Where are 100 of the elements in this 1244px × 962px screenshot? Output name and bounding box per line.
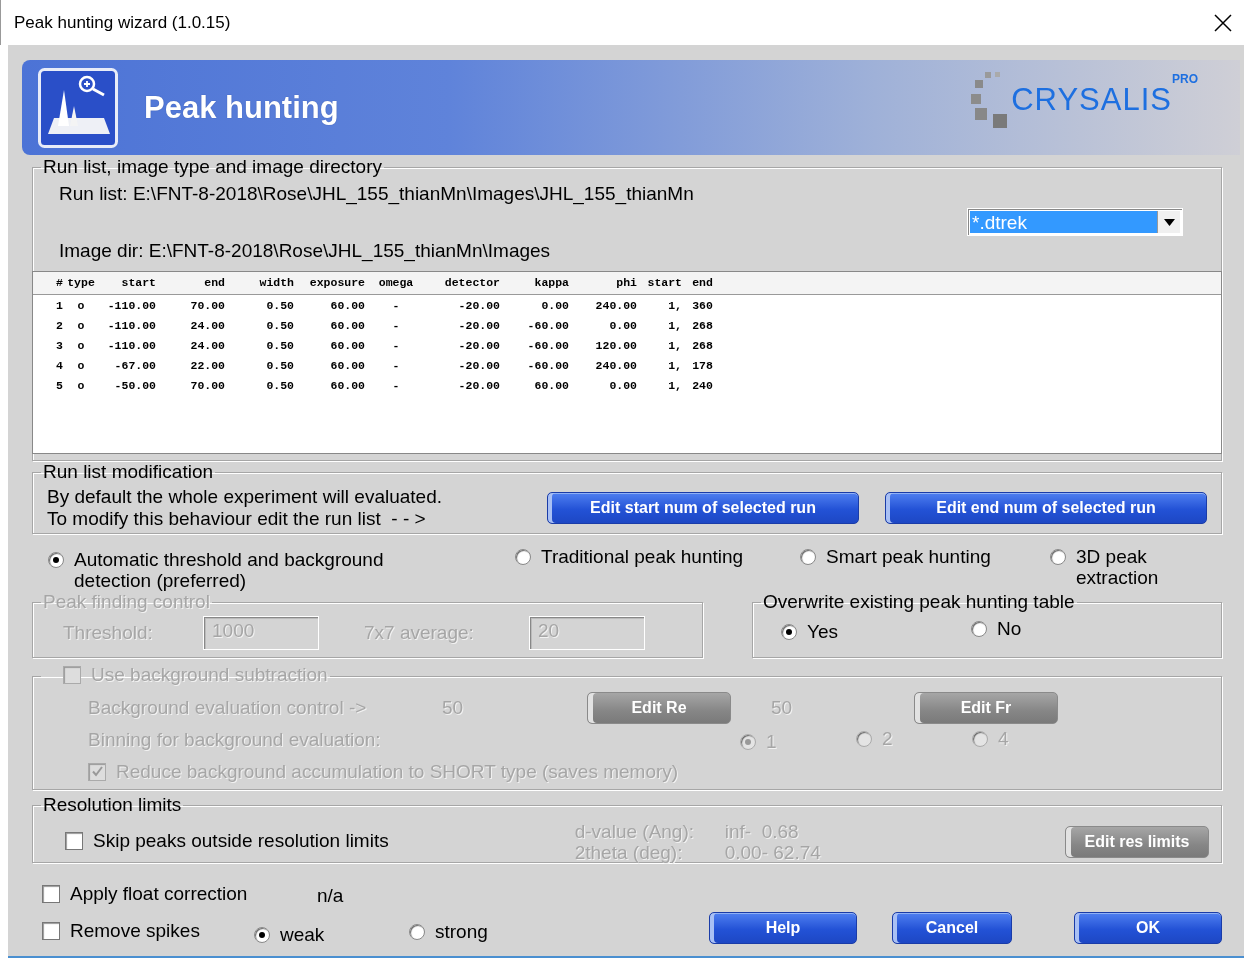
table-cell-text: -20.00 <box>457 298 500 314</box>
table-cell-text: -20.00 <box>457 358 500 374</box>
column-header: kappa <box>533 275 569 291</box>
table-cell-text: 5 <box>55 378 63 394</box>
group-title: Overwrite existing peak hunting table <box>763 591 1075 612</box>
button[interactable]: Cancel <box>892 911 1012 944</box>
radio-button[interactable]: weak <box>254 923 325 945</box>
group-title: Run list modification <box>43 461 214 482</box>
table-cell-text: 268 <box>691 318 714 334</box>
table-cell-text: o <box>76 358 86 374</box>
column-header: phi <box>615 275 637 291</box>
radio-button[interactable]: Smart peak hunting <box>800 546 991 567</box>
table-cell-text: 4 <box>55 358 63 374</box>
table-cell-text: -110.00 <box>106 318 156 334</box>
column-header: end <box>203 275 225 291</box>
table-cell-text: 22.00 <box>189 358 225 374</box>
column-header: detector <box>443 275 500 291</box>
instruction-text: To modify this behaviour edit the run list - - > <box>47 508 427 530</box>
button[interactable]: Help <box>709 911 857 944</box>
radio-button[interactable]: Automatic threshold and background detection (preferred) <box>48 549 444 591</box>
table-cell-text: 0.00 <box>608 378 637 394</box>
caret-icon[interactable] <box>1163 218 1175 226</box>
table-cell-text: 2 <box>55 318 63 334</box>
radio-button[interactable]: Traditional peak hunting <box>515 546 744 567</box>
table-cell-text: -60.00 <box>526 318 569 334</box>
radio-button[interactable]: strong <box>409 920 488 942</box>
table-cell-text: 70.00 <box>189 378 225 394</box>
table-cell-text: 24.00 <box>189 338 225 354</box>
table-cell-text: -20.00 <box>457 318 500 334</box>
radio-button[interactable]: No <box>971 618 1022 639</box>
table-cell-text: 24.00 <box>189 318 225 334</box>
column-header: omega <box>377 275 415 291</box>
table-cell-text: -110.00 <box>106 338 156 354</box>
button[interactable]: OK <box>1074 911 1222 944</box>
table-cell-text: -60.00 <box>526 358 569 374</box>
run-list-path: Run list: E:\FNT-8-2018\Rose\JHL_155_thianMn\Images\JHL_155_thianMn <box>59 183 695 205</box>
peak-magnifier-icon <box>38 67 118 148</box>
image-dir-path: Image dir: E:\FNT-8-2018\Rose\JHL_155_thianMn\Images <box>59 240 552 262</box>
table-cell-text: 1 <box>55 298 63 314</box>
table-cell-text: - <box>391 298 401 314</box>
table-cell-text: 240 <box>691 378 714 394</box>
column-header: start <box>120 275 156 291</box>
table-cell-text: 0.50 <box>265 318 294 334</box>
table-cell-text: - <box>391 338 401 354</box>
window-title: Peak hunting wizard (1.0.15) <box>14 12 231 33</box>
table-cell-text: 1, <box>667 338 682 354</box>
table-cell-text: -67.00 <box>113 358 156 374</box>
table-cell-text: 3 <box>55 338 63 354</box>
table-cell-text: -20.00 <box>457 338 500 354</box>
column-header: width <box>258 275 294 291</box>
table-cell-text: - <box>391 358 401 374</box>
button[interactable]: Edit end num of selected run <box>885 492 1207 524</box>
table-cell-text: 0.50 <box>265 358 294 374</box>
column-header: start <box>646 275 682 291</box>
group-title: Peak finding control <box>43 591 210 612</box>
table-cell-text: 60.00 <box>329 358 365 374</box>
table-cell-text: 1, <box>667 378 682 394</box>
table-cell-text: o <box>76 298 86 314</box>
table-cell-text: -50.00 <box>113 378 156 394</box>
table-cell-text: - <box>391 378 401 394</box>
table-cell-text: 178 <box>691 358 714 374</box>
instruction-text: By default the whole experiment will evaluated. <box>47 486 443 508</box>
table-cell-text: 1, <box>667 318 682 334</box>
table-cell-text: o <box>76 318 86 334</box>
column-header: exposure <box>308 275 365 291</box>
group-title: Resolution limits <box>43 794 182 815</box>
table-cell-text: 1, <box>667 298 682 314</box>
radio-button[interactable]: Yes <box>781 621 838 642</box>
table-cell-text: 0.00 <box>608 318 637 334</box>
checkbox[interactable]: Apply float correction <box>42 883 248 905</box>
table-cell-text: 0.50 <box>265 378 294 394</box>
table-cell-text: -20.00 <box>457 378 500 394</box>
table-cell-text: o <box>76 338 86 354</box>
table-cell-text: 60.00 <box>329 338 365 354</box>
table-cell-text: 60.00 <box>533 378 569 394</box>
table-cell-text: - <box>391 318 401 334</box>
table-cell-text: 60.00 <box>329 318 365 334</box>
table-cell-text: 0.00 <box>540 298 569 314</box>
column-header: end <box>691 275 714 291</box>
banner-title: Peak hunting <box>144 89 340 126</box>
table-cell-text: 60.00 <box>329 298 365 314</box>
close-icon[interactable] <box>1214 13 1232 32</box>
column-header: # <box>55 275 63 291</box>
group-title: Run list, image type and image directory <box>43 156 382 177</box>
table-cell-text: 60.00 <box>329 378 365 394</box>
brand-name: CRYSALIS <box>1011 81 1172 118</box>
table-cell-text: 70.00 <box>189 298 225 314</box>
table-cell-text: 268 <box>691 338 714 354</box>
brand-edition: PRO <box>1172 71 1198 86</box>
checkbox[interactable]: Remove spikes <box>42 920 200 942</box>
checkmark-icon <box>90 765 104 779</box>
radio-button[interactable]: 3D peak extraction <box>1050 546 1186 588</box>
table-cell-text: o <box>76 378 86 394</box>
value-text: n/a <box>317 884 344 907</box>
table-cell-text: 0.50 <box>265 338 294 354</box>
button[interactable]: Edit start num of selected run <box>547 492 859 524</box>
table-cell-text: 240.00 <box>594 358 637 374</box>
table-cell-text: 240.00 <box>594 298 637 314</box>
table-cell-text: 120.00 <box>594 338 637 354</box>
table-cell-text: 1, <box>667 358 682 374</box>
